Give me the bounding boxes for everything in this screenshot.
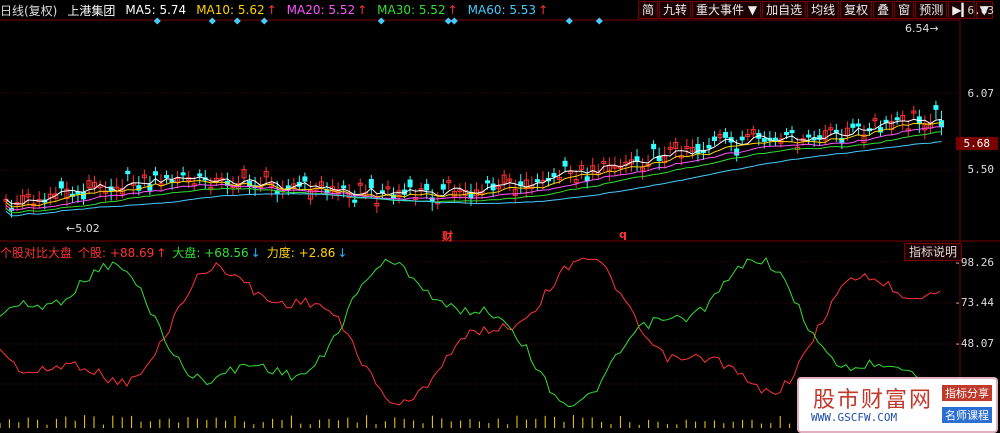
moving-average-lines xyxy=(5,118,942,217)
candle xyxy=(125,170,131,175)
candle xyxy=(440,184,446,190)
indicator-legend: 个股对比大盘 个股: +88.69 ↑ 大盘: +68.56 ↓ 力度: +2.86… xyxy=(0,244,347,261)
indicator-axis-label: -73.44 xyxy=(954,296,994,309)
candle xyxy=(789,130,795,134)
ma30-legend: MA30: 5.52 ↑ xyxy=(377,3,458,17)
event-diamond xyxy=(565,17,573,25)
adjust-button[interactable]: 复权 xyxy=(840,1,873,19)
quarter-marker[interactable]: q xyxy=(619,228,627,241)
up-arrow-icon: ↑ xyxy=(357,3,368,17)
stock-value-label: 个股: +88.69 ↑ xyxy=(78,246,167,260)
candle xyxy=(783,132,789,136)
window-button[interactable]: 窗 xyxy=(894,1,915,19)
candle xyxy=(806,134,812,138)
ma-line xyxy=(5,131,942,214)
up-arrow-icon: ↑ xyxy=(447,3,458,17)
indicator-axis-label: -48.07 xyxy=(954,337,994,350)
candle xyxy=(734,148,740,156)
indicator-name: 个股对比大盘 xyxy=(0,246,73,260)
chart-legend: 日线(复权) 上港集团 MA5: 5.74 MA10: 5.62 ↑ MA20: … xyxy=(0,1,548,19)
price-axis-label: 6.07 xyxy=(967,87,995,100)
market-value-label: 大盘: +68.56 ↓ xyxy=(172,246,261,260)
price-axis-label: 5.50 xyxy=(967,163,995,176)
price-axis-label: 6.63 xyxy=(967,4,995,17)
down-arrow-icon: ↓ xyxy=(337,246,348,260)
stock-name: 上港集团 xyxy=(67,3,116,18)
major-events-button[interactable]: 重大事件 ▼ xyxy=(692,1,762,19)
candle xyxy=(833,129,839,133)
simple-mode-button[interactable]: 简 xyxy=(638,1,659,19)
watermark-title: 股市财富网 xyxy=(813,388,934,413)
watermark-url: WWW.GSCFW.COM xyxy=(811,411,898,424)
watermark-tag-course: 名师课程 xyxy=(942,407,992,423)
indicator-axis-label: -98.26 xyxy=(954,256,994,269)
ma-settings-button[interactable]: 均线 xyxy=(807,1,840,19)
candle xyxy=(80,192,86,200)
add-watchlist-button[interactable]: 加自选 xyxy=(762,1,807,19)
candle xyxy=(712,136,718,142)
ma60-legend: MA60: 5.53 ↑ xyxy=(467,3,549,17)
candle xyxy=(723,132,729,138)
ma20-legend: MA20: 5.52 ↑ xyxy=(286,3,368,17)
candle xyxy=(424,183,430,191)
period-label: 日线(复权) xyxy=(0,3,58,18)
watermark-tag-share: 指标分享 xyxy=(942,385,992,401)
candle xyxy=(551,173,557,178)
up-arrow-icon: ↑ xyxy=(156,246,167,260)
up-arrow-icon: ↑ xyxy=(266,3,277,17)
candle xyxy=(772,137,778,141)
nine-turn-button[interactable]: 九转 xyxy=(659,1,692,19)
candle xyxy=(651,143,657,150)
chart-toolbar: 简 九转 重大事件 ▼ 加自选 均线 复权 叠 窗 预测 ▶▎ ▼ xyxy=(638,1,994,19)
forecast-button[interactable]: 预测 xyxy=(915,1,948,19)
candle xyxy=(152,171,158,176)
candle xyxy=(180,172,186,176)
down-arrow-icon: ↓ xyxy=(250,246,261,260)
event-diamond xyxy=(595,17,603,25)
candle xyxy=(933,105,939,110)
financial-report-marker[interactable]: 财 xyxy=(442,228,453,244)
candle xyxy=(938,120,944,128)
up-arrow-icon: ↑ xyxy=(538,3,549,17)
ma10-legend: MA10: 5.62 ↑ xyxy=(196,3,277,17)
candle xyxy=(739,136,745,141)
candle xyxy=(352,199,358,203)
overlay-button[interactable]: 叠 xyxy=(873,1,894,19)
candle xyxy=(850,123,856,128)
ma-line xyxy=(5,122,942,208)
candle xyxy=(197,173,203,177)
candle xyxy=(485,180,491,184)
low-price-annotation: ←5.02 xyxy=(66,222,100,235)
candle xyxy=(761,138,767,142)
candle xyxy=(58,181,64,189)
candle xyxy=(164,175,170,179)
candle xyxy=(341,185,347,189)
candle xyxy=(562,160,568,167)
force-value-label: 力度: +2.86 ↓ xyxy=(266,246,348,260)
current-price-tag: 5.68 xyxy=(955,137,998,150)
candle xyxy=(706,145,712,149)
kline-chart[interactable] xyxy=(0,0,1000,433)
candle xyxy=(368,179,374,189)
candle xyxy=(302,176,308,182)
chevron-down-icon: ▼ xyxy=(747,3,758,17)
candlestick-series xyxy=(3,100,944,218)
candle xyxy=(584,176,590,182)
candle xyxy=(894,117,900,121)
candle xyxy=(855,123,861,127)
ma-line xyxy=(5,141,942,217)
high-price-annotation: 6.54→ xyxy=(905,22,939,35)
ma5-legend: MA5: 5.74 xyxy=(125,3,187,17)
site-watermark[interactable]: 股市财富网 指标分享 名师课程 WWW.GSCFW.COM xyxy=(797,377,998,433)
candle xyxy=(534,179,540,183)
candle xyxy=(407,179,413,188)
